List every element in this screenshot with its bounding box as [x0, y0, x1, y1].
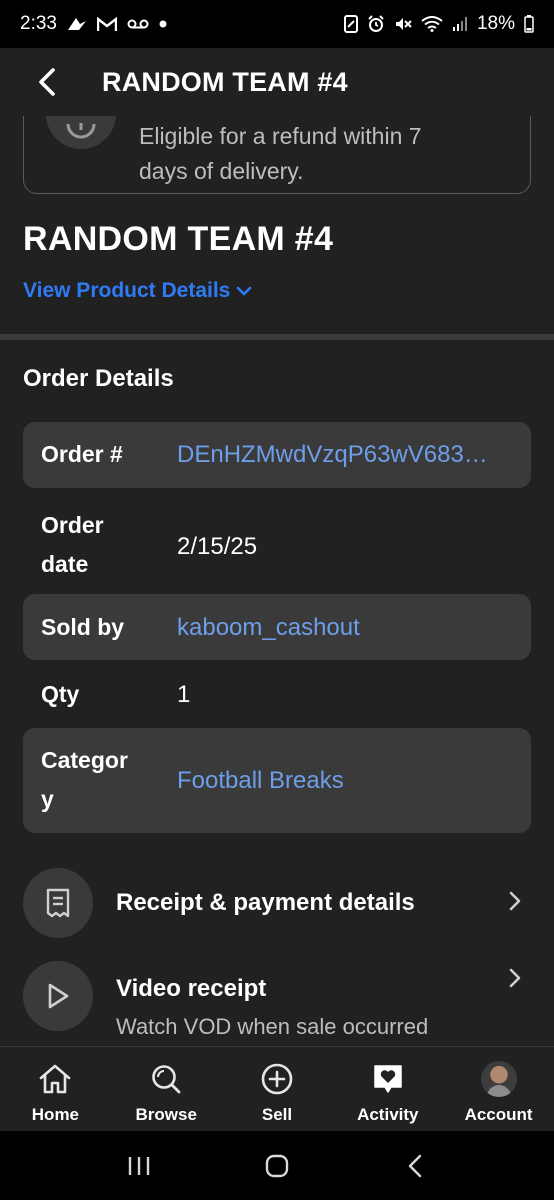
chevron-right-icon [509, 891, 521, 911]
detail-label: Categor y [41, 747, 128, 812]
play-icon [23, 961, 93, 1031]
view-product-details-link[interactable]: View Product Details [23, 279, 252, 303]
detail-value: 1 [177, 681, 191, 708]
video-receipt-subtitle: Watch VOD when sale occurred [116, 1013, 429, 1039]
gmail-icon [96, 16, 117, 32]
nav-account[interactable]: Account [443, 1047, 554, 1131]
nfc-icon [343, 15, 358, 33]
home-icon [38, 1061, 72, 1097]
detail-label: Order # [41, 441, 123, 467]
recent-apps-icon [128, 1156, 150, 1175]
detail-row-order-date: Order date 2/15/25 [23, 500, 531, 592]
order-number-link[interactable]: DEnHZMwdVzqP63wV683… [177, 441, 515, 469]
voicemail-icon [127, 18, 149, 30]
detail-row-category: Categor y Football Breaks [23, 728, 531, 833]
nav-label: Activity [357, 1105, 419, 1124]
nav-label: Account [464, 1105, 533, 1124]
status-bar: 2:33 18% [0, 0, 554, 48]
video-receipt-row[interactable]: Video receipt Watch VOD when sale occurr… [23, 961, 531, 1039]
back-system-button[interactable] [385, 1141, 445, 1191]
nav-label: Browse [135, 1105, 197, 1124]
nav-browse[interactable]: Browse [111, 1047, 222, 1131]
app-bar: RANDOM TEAM #4 [0, 48, 554, 116]
signal-icon [452, 16, 468, 32]
product-title: RANDOM TEAM #4 [23, 220, 334, 258]
nav-home[interactable]: Home [0, 1047, 111, 1131]
detail-row-qty: Qty 1 [23, 664, 531, 724]
refund-text: Eligible for a refund within 7 days of d… [139, 123, 422, 184]
section-divider [0, 334, 554, 340]
nav-sell[interactable]: Sell [222, 1047, 333, 1131]
view-product-details-label: View Product Details [23, 279, 231, 302]
avatar [480, 1061, 517, 1097]
status-time: 2:33 [20, 13, 57, 34]
heart-chat-icon [371, 1061, 405, 1097]
recent-apps-button[interactable] [109, 1141, 169, 1191]
chevron-right-icon [509, 968, 521, 988]
receipt-icon [23, 868, 93, 938]
search-icon [150, 1061, 182, 1097]
mute-icon [394, 15, 412, 33]
nav-label: Home [31, 1105, 80, 1124]
info-icon [46, 116, 116, 149]
back-arrow-icon [39, 68, 55, 96]
detail-row-order-number: Order # DEnHZMwdVzqP63wV683… [23, 422, 531, 488]
detail-value: 2/15/25 [177, 533, 258, 560]
back-button[interactable] [16, 52, 80, 112]
detail-label: Qty [41, 681, 80, 707]
seller-link[interactable]: kaboom_cashout [177, 614, 515, 642]
receipt-title: Receipt & payment details [116, 889, 415, 916]
battery-icon [524, 15, 534, 33]
refund-notice: Eligible for a refund within 7 days of d… [23, 116, 531, 194]
order-details-title: Order Details [23, 365, 174, 392]
home-system-button[interactable] [247, 1141, 307, 1191]
battery-percent: 18% [476, 13, 515, 34]
detail-label: Sold by [41, 614, 125, 640]
kite-icon [67, 16, 87, 32]
chevron-left-icon [408, 1154, 422, 1177]
dot-icon [159, 20, 167, 28]
chevron-down-icon [237, 286, 252, 296]
bottom-nav: Home Browse Sell Activity Account [0, 1046, 554, 1131]
page-title: RANDOM TEAM #4 [102, 66, 348, 97]
screen: 2:33 18% RANDOM TEAM #4 Eligible for a r… [0, 0, 554, 1200]
detail-label: Order date [41, 512, 104, 577]
plus-circle-icon [260, 1061, 294, 1097]
category-link[interactable]: Football Breaks [177, 767, 515, 795]
home-circle-icon [265, 1154, 289, 1177]
detail-row-sold-by: Sold by kaboom_cashout [23, 594, 531, 660]
system-nav-bar [0, 1131, 554, 1200]
nav-label: Sell [261, 1105, 293, 1124]
wifi-icon [421, 16, 443, 32]
receipt-payment-row[interactable]: Receipt & payment details [23, 868, 531, 938]
video-receipt-title: Video receipt [116, 974, 267, 1002]
content-scroll[interactable]: Eligible for a refund within 7 days of d… [0, 116, 554, 1046]
nav-activity[interactable]: Activity [332, 1047, 443, 1131]
alarm-icon [367, 15, 385, 33]
